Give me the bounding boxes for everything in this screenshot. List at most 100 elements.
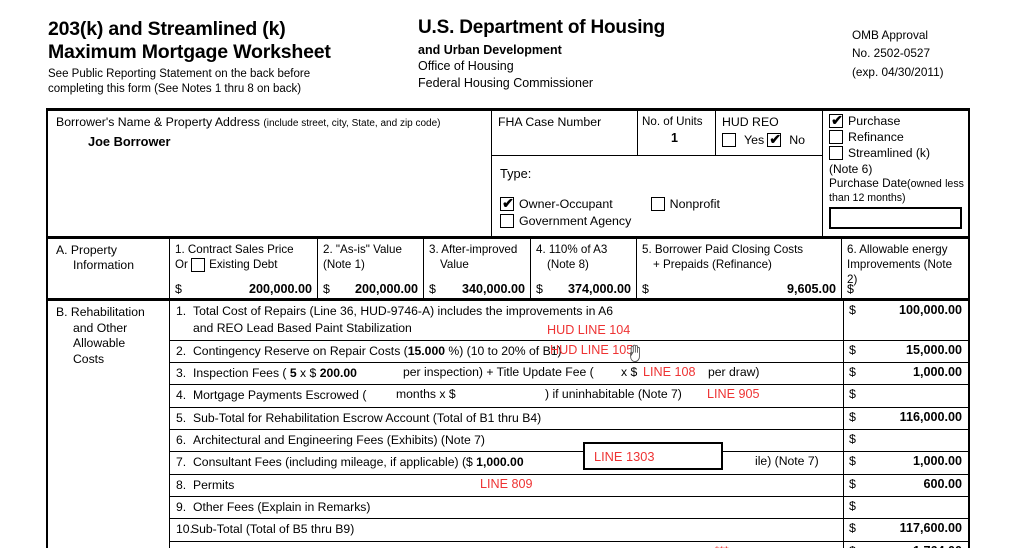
refinance-option[interactable]: Refinance [829,130,964,144]
a5-label-line2: + Prepaids (Refinance) [653,258,772,272]
a2-label: 2. "As-is" Value (Note 1) [318,239,423,272]
b6-currency-symbol: $ [849,431,856,446]
a1-existing-debt-option[interactable]: Existing Debt [191,257,277,272]
government-agency-checkbox[interactable] [500,214,514,228]
b4-annotation: LINE 905 [707,387,760,402]
a4-amount[interactable]: 374,000.00 [543,282,631,296]
a4-110-percent-of-a3: 4. 110% of A3 (Note 8) $ 374,000.00 [531,239,637,298]
b3-text-mid1: x $ [296,365,320,380]
purchase-label: Purchase [848,114,901,128]
page-title-line1: 203(k) and Streamlined (k) [48,18,286,40]
b7-consultant-fee[interactable]: 1,000.00 [476,455,523,469]
a2-label-line2: (Note 1) [323,258,365,272]
agency-name-line2: and Urban Development [418,42,562,57]
purchase-date-label: Purchase Date(owned less than 12 months) [829,176,964,205]
borrower-name-value[interactable]: Joe Borrower [88,134,485,149]
b2-annotation: HUD LINE 105 [550,342,634,357]
table-row: 5. Sub-Total for Rehabilitation Escrow Ac… [170,407,968,430]
b10-amount[interactable]: 117,600.00 [856,521,962,535]
agency-block: U.S. Department of Housing and Urban Dev… [418,17,818,92]
b7-currency-symbol: $ [849,454,856,469]
b2-percent-value[interactable]: 15.000 [408,344,445,358]
b6-description: 6. Architectural and Engineering Fees (Ex… [170,429,844,452]
a5-amount[interactable]: 9,605.00 [649,282,836,296]
b7-amount[interactable]: 1,000.00 [856,454,962,468]
a5-label-line1: 5. Borrower Paid Closing Costs [642,243,804,256]
b5-number: 5. [176,410,187,425]
a4-label-line1: 4. 110% of A3 [536,243,608,256]
a6-money: $ [842,282,968,296]
borrower-name-cell: Borrower's Name & Property Address (incl… [48,111,492,236]
table-row: 8. Permits LINE 809 $ 600.00 [170,474,968,497]
owner-occupant-checkbox[interactable] [500,194,515,212]
b8-text: Permits [193,477,235,492]
b3-text-post: per draw) [708,364,760,379]
b2-amount[interactable]: 15,000.00 [856,343,962,357]
b1-number: 1. [176,304,187,318]
no-of-units-cell[interactable]: No. of Units 1 [638,111,716,155]
a1-amount[interactable]: 200,000.00 [182,282,312,296]
a2-amount[interactable]: 200,000.00 [330,282,418,296]
a1-existing-debt-label: Existing Debt [209,258,278,272]
a2-money: $ 200,000.00 [318,282,423,296]
b9-text: Other Fees (Explain in Remarks) [193,499,371,514]
b9-description: 9. Other Fees (Explain in Remarks) [170,496,844,519]
fha-case-number-cell[interactable]: FHA Case Number [492,111,638,155]
case-type-cell: FHA Case Number No. of Units 1 HUD REO Y… [492,111,822,236]
nonprofit-checkbox[interactable] [650,197,665,211]
b1-currency-symbol: $ [849,303,856,317]
no-of-units-value[interactable]: 1 [642,131,715,145]
b3-number: 3. [176,365,187,380]
b3-description: 3. Inspection Fees ( 5 x $ 200.00 per ins… [170,362,844,385]
hud-reo-no-checkbox[interactable] [767,130,782,148]
b3-amount[interactable]: 1,000.00 [856,365,962,379]
streamlined-option[interactable]: Streamlined (k) [829,146,964,160]
b3-inspection-count[interactable]: 5 [290,366,297,380]
b8-amount[interactable]: 600.00 [856,477,962,491]
purchase-date-input[interactable] [829,207,962,230]
b8-currency-symbol: $ [849,476,856,491]
table-row: 6. Architectural and Engineering Fees (Ex… [170,429,968,453]
b3-currency-symbol: $ [849,364,856,379]
b1-text-line2: and REO Lead Based Paint Stabilization [193,321,412,336]
borrower-band: Borrower's Name & Property Address (incl… [48,111,968,239]
b7-number: 7. [176,455,187,470]
section-b-heading-line2: and Other [73,320,128,335]
a4-label: 4. 110% of A3 (Note 8) [531,239,636,272]
a5-money: $ 9,605.00 [637,282,841,296]
b3-unit-cost[interactable]: 200.00 [320,366,357,380]
b11-description: 11.Supplemental Origination Fee for both… [170,541,844,548]
section-a-heading-line1: A. Property [56,243,117,257]
b4-money: $ [844,385,968,406]
a4-money: $ 374,000.00 [531,282,636,296]
b5-currency-symbol: $ [849,409,856,424]
a3-amount[interactable]: 340,000.00 [436,282,525,296]
hud-reo-yes-checkbox[interactable] [722,133,736,147]
table-row: 11.Supplemental Origination Fee for both… [170,541,968,548]
owner-occupant-label: Owner-Occupant [519,197,613,211]
purchase-option[interactable]: Purchase [829,111,964,129]
b5-amount[interactable]: 116,000.00 [856,410,962,424]
a3-label-line2: Value [440,258,469,272]
section-a-heading: A. Property Information [48,239,170,298]
existing-debt-checkbox[interactable] [191,258,206,272]
b11-amount[interactable]: 1,764.00 [856,544,962,548]
b10-number: 10. [176,522,193,537]
b1-amount[interactable]: 100,000.00 [856,303,962,317]
purchase-checkbox[interactable] [829,111,844,129]
hud-reo-yes-label: Yes [744,133,765,147]
b3-text-pre: Inspection Fees ( [193,365,290,380]
b6-money: $ [844,430,968,451]
a2-currency-symbol: $ [323,282,330,296]
header-subtitle-line2: completing this form (See Notes 1 thru 8… [48,83,302,96]
refinance-checkbox[interactable] [829,130,843,144]
a1-label-line1: 1. Contract Sales Price [175,243,294,256]
section-b-band: B. Rehabilitation and Other Allowable Co… [48,301,968,548]
government-agency-label: Government Agency [519,214,632,228]
field-tooltip: LINE 1303 [583,442,723,470]
table-row: 10.Sub-Total (Total of B5 thru B9) $ 117… [170,519,968,542]
page-title: 203(k) and Streamlined (k) Maximum Mortg… [48,18,418,64]
borrower-name-hint: (include street, city, State, and zip co… [263,118,441,129]
agency-name: U.S. Department of Housing [418,17,666,38]
streamlined-checkbox[interactable] [829,146,843,160]
